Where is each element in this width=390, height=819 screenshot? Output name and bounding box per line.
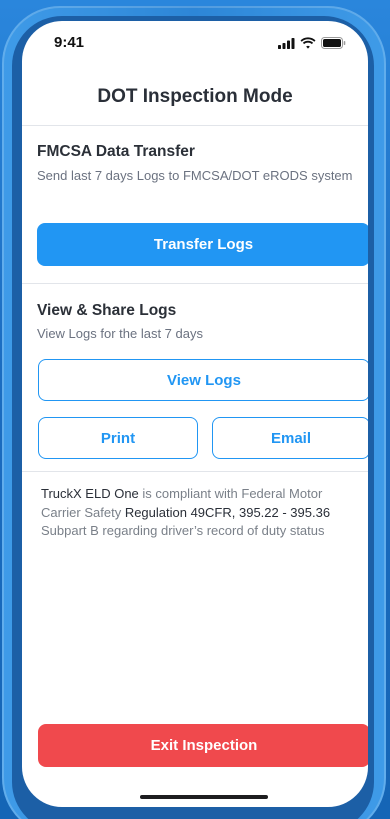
status-icons [278,37,346,49]
transfer-logs-button[interactable]: Transfer Logs [37,223,368,266]
transfer-logs-label: Transfer Logs [153,236,254,253]
status-time: 9:41 [54,34,85,51]
view-share-section-title: View & Share Logs [37,302,177,319]
device-background: 9:41 DOT Inspection Mode FMCSA Data Tran… [0,0,390,819]
compliance-statement: TruckX ELD One is compliant with Federal… [41,485,357,541]
compliance-text-part: Subpart B regarding driver’s record of d… [41,523,325,538]
email-label: Email [270,429,312,447]
home-indicator[interactable] [140,795,268,799]
section-divider [22,283,368,284]
exit-inspection-label: Exit Inspection [150,737,258,754]
status-bar: 9:41 [22,21,368,65]
battery-icon [321,37,346,49]
signal-icon [278,37,295,49]
wifi-icon [300,37,316,49]
print-button[interactable]: Print [38,417,198,459]
phone-screen: 9:41 DOT Inspection Mode FMCSA Data Tran… [22,21,368,807]
exit-inspection-button[interactable]: Exit Inspection [38,724,368,767]
compliance-divider [22,471,368,472]
compliance-regulation: Regulation 49CFR, 395.22 - 395.36 [124,504,331,520]
compliance-product-name: TruckX ELD One [41,486,139,501]
page-title: DOT Inspection Mode [97,86,293,107]
view-logs-button[interactable]: View Logs [38,359,368,401]
fmcsa-section-title: FMCSA Data Transfer [37,143,195,160]
view-logs-label: View Logs [167,371,241,389]
email-button[interactable]: Email [212,417,368,459]
header-divider [22,125,368,126]
fmcsa-section-description: Send last 7 days Logs to FMCSA/DOT eRODS… [37,168,353,183]
view-share-section-description: View Logs for the last 7 days [37,326,203,341]
print-label: Print [100,429,136,447]
